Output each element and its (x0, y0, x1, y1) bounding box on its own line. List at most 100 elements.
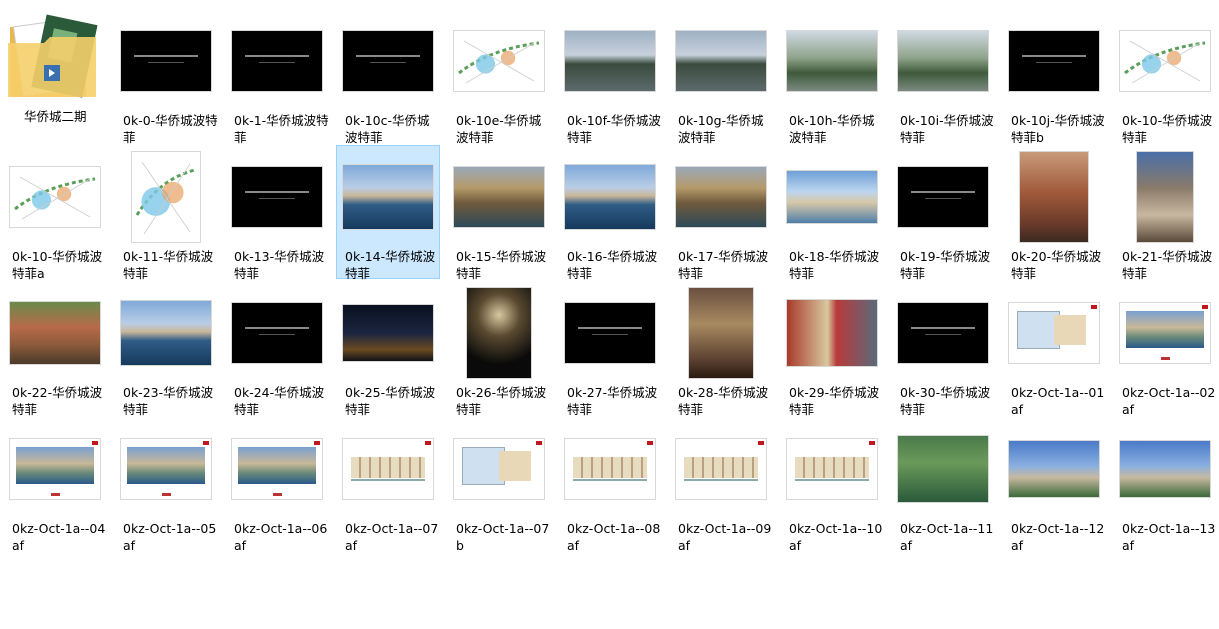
file-label: 0k-0-华侨城波特菲 (123, 113, 218, 145)
thumbnail (6, 284, 104, 382)
black-image (232, 31, 322, 91)
thumbnail (672, 284, 770, 382)
thumbnail (228, 12, 326, 110)
black-image (565, 303, 655, 363)
street-image (1137, 152, 1193, 242)
file-label: 0kz-Oct-1a--04af (12, 521, 106, 553)
facade-image (689, 288, 753, 378)
file-label: 0k-1-华侨城波特菲 (234, 113, 329, 145)
thumbnail (228, 420, 326, 518)
black-image (1009, 31, 1099, 91)
file-label: 0k-20-华侨城波特菲 (1011, 249, 1102, 281)
file-label: 0k-19-华侨城波特菲 (900, 249, 991, 281)
file-label: 0k-24-华侨城波特菲 (234, 385, 325, 417)
black-image (121, 31, 211, 91)
thumbnail (561, 148, 659, 246)
file-label: 0kz-Oct-1a--09af (678, 521, 772, 553)
file-label: 0kz-Oct-1a--13af (1122, 521, 1216, 553)
thumbnail (450, 284, 548, 382)
file-label: 0kz-Oct-1a--11af (900, 521, 994, 553)
thumbnail (672, 12, 770, 110)
thumbnail (450, 12, 548, 110)
festival-image (467, 288, 531, 378)
thumbnail (1005, 12, 1103, 110)
file-label: 0k-17-华侨城波特菲 (678, 249, 769, 281)
elev-image (787, 439, 877, 499)
thumbnail (672, 420, 770, 518)
file-label: 0k-26-华侨城波特菲 (456, 385, 547, 417)
file-label: 0k-10c-华侨城波特菲 (345, 113, 430, 145)
harbor-image (343, 165, 433, 229)
thumbnail (1005, 284, 1103, 382)
thumbnail (228, 148, 326, 246)
thumbnail (117, 12, 215, 110)
file-label: 0k-11-华侨城波特菲 (123, 249, 214, 281)
plan-image (454, 439, 544, 499)
file-label: 华侨城二期 (24, 109, 87, 124)
black-image (898, 167, 988, 227)
file-label: 0kz-Oct-1a--02af (1122, 385, 1216, 417)
map-image (10, 167, 100, 227)
thumbnail (339, 12, 437, 110)
file-label: 0k-13-华侨城波特菲 (234, 249, 325, 281)
folder-icon (8, 14, 98, 98)
thumbnail (339, 420, 437, 518)
file-label: 0k-10f-华侨城波特菲 (567, 113, 661, 145)
thumbnail (1116, 148, 1214, 246)
file-label: 0kz-Oct-1a--10af (789, 521, 883, 553)
thumbnail (894, 284, 992, 382)
tower-image (1009, 441, 1099, 497)
thumbnail (894, 420, 992, 518)
black-image (898, 303, 988, 363)
file-label: 0k-10e-华侨城波特菲 (456, 113, 542, 145)
map-image (454, 31, 544, 91)
black-image (232, 167, 322, 227)
render-image (232, 439, 322, 499)
file-label: 0k-16-华侨城波特菲 (567, 249, 658, 281)
black-image (232, 303, 322, 363)
file-label: 0k-10g-华侨城波特菲 (678, 113, 764, 145)
file-label: 0kz-Oct-1a--05af (123, 521, 217, 553)
beach-image (787, 171, 877, 223)
plaza-image (1020, 152, 1088, 242)
file-label: 0kz-Oct-1a--06af (234, 521, 328, 553)
thumbnail (783, 420, 881, 518)
black-image (343, 31, 433, 91)
thumbnail (6, 420, 104, 518)
file-label: 0k-18-华侨城波特菲 (789, 249, 880, 281)
file-label: 0kz-Oct-1a--07b (456, 521, 550, 553)
file-label: 0k-10j-华侨城波特菲b (1011, 113, 1105, 145)
aerial-image (898, 436, 988, 502)
alley-image (787, 300, 877, 366)
elev-image (343, 439, 433, 499)
elev-image (565, 439, 655, 499)
thumbnail (228, 284, 326, 382)
lake-image (676, 31, 766, 91)
thumbnail (117, 148, 215, 246)
thumbnail (1116, 284, 1214, 382)
thumbnail (450, 420, 548, 518)
thumbnail (1116, 420, 1214, 518)
harbor-image (565, 165, 655, 229)
file-label: 0kz-Oct-1a--12af (1011, 521, 1105, 553)
file-label: 0kz-Oct-1a--08af (567, 521, 661, 553)
file-label: 0k-10h-华侨城波特菲 (789, 113, 875, 145)
elev-image (676, 439, 766, 499)
file-label: 0k-10-华侨城波特菲a (12, 249, 103, 281)
file-label: 0k-10i-华侨城波特菲 (900, 113, 994, 145)
thumbnail (339, 284, 437, 382)
file-label: 0k-25-华侨城波特菲 (345, 385, 436, 417)
map-image (1120, 31, 1210, 91)
town-image (676, 167, 766, 227)
thumbnail (672, 148, 770, 246)
thumbnail (6, 148, 104, 246)
render-image (10, 439, 100, 499)
thumbnail (1005, 148, 1103, 246)
lake-image (565, 31, 655, 91)
harbor-image (121, 301, 211, 365)
file-label: 0kz-Oct-1a--07af (345, 521, 439, 553)
thumbnail (1116, 12, 1214, 110)
cafe-image (10, 302, 100, 364)
thumbnail (561, 12, 659, 110)
thumbnail (450, 148, 548, 246)
